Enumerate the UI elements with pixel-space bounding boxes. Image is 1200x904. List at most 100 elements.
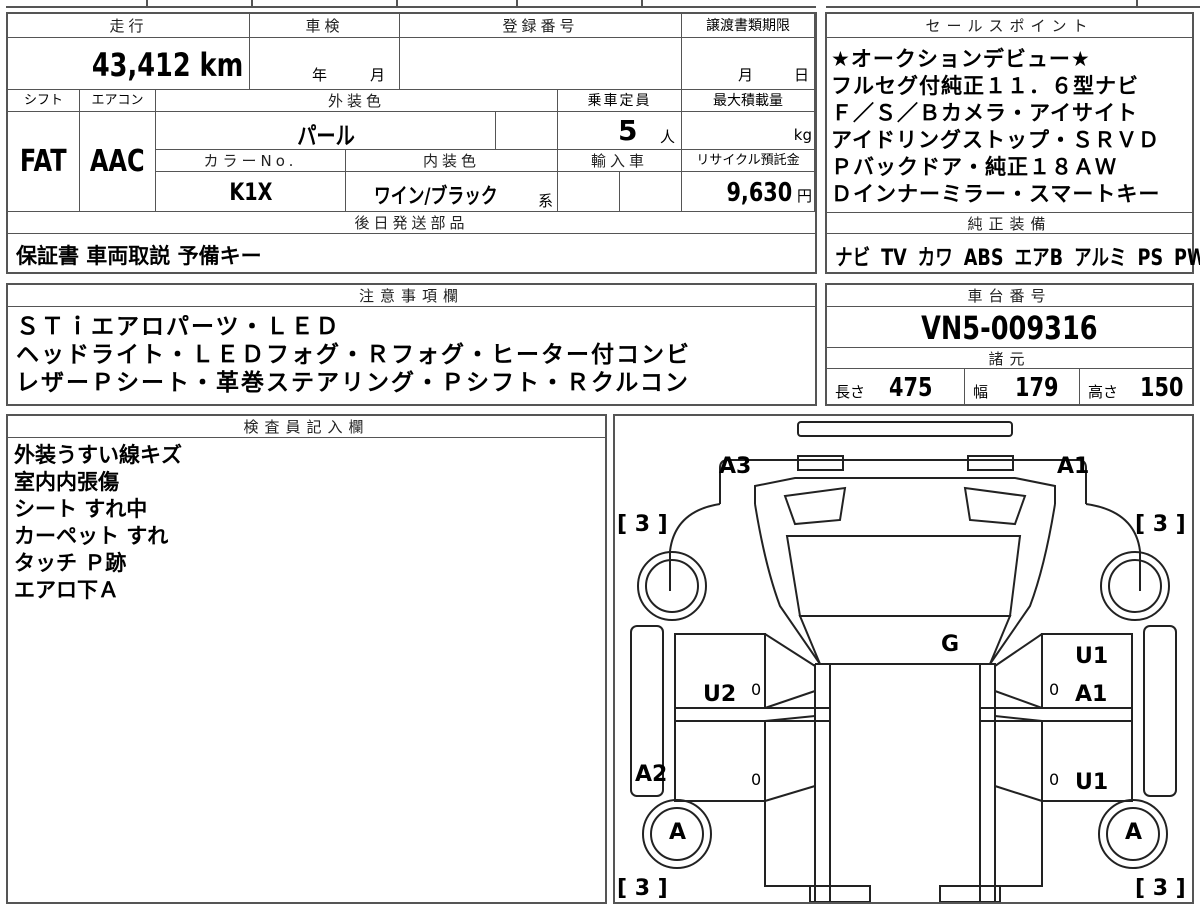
sales-point-line: Ｄインナーミラー・スマートキー [831,182,1161,206]
spec-length: 長さ 475 [827,369,965,404]
sales-point-line: ★オークションデビュー★ [831,47,1091,71]
mark-glass: G [941,632,960,657]
exterior-color-cell: パール [156,112,496,150]
mark-rear-left-wheel: A [669,820,687,845]
capacity-value: 5 [618,114,638,147]
specs-label: 諸元 [827,347,1192,369]
notes-label: 注意事項欄 [8,285,815,307]
inspector-line: 外装うすい線キズ [14,443,182,467]
inspection-month-unit: 月 [370,66,386,84]
later-parts-label: 後日発送部品 [8,212,815,234]
registration-cell [400,38,682,90]
transfer-deadline-cell: 月 日 [682,38,815,90]
exterior-color-extra [496,112,558,150]
sales-point-line: Ｆ／Ｓ／Ｂカメラ・アイサイト [831,101,1138,125]
capacity-unit: 人 [660,128,676,146]
spec-length-value: 475 [889,373,933,403]
mark-rear-right-wheel: A [1125,820,1143,845]
zero-lr: 0 [751,770,762,789]
inspection-year-unit: 年 [312,66,328,84]
shift-value: FAT [20,144,67,179]
mark-right-front-door: A1 [1075,682,1108,707]
shift-label: シフト [8,90,80,112]
standard-equipment-value: ナビ TV カワ ABS エアB アルミ PS PW [835,246,1200,271]
import-label: 輸入車 [558,150,682,172]
spec-width-value: 179 [1015,373,1059,403]
mark-front-right: A1 [1057,454,1090,479]
sales-points-panel: セールスポイント ★オークションデビュー★ フルセグ付純正１１．６型ナビ Ｆ／Ｓ… [825,12,1200,274]
mark-left-front-door: U2 [703,682,737,707]
exterior-color-value: パール [296,122,355,150]
tire-fr: [ 3 ] [1135,512,1186,537]
notes-panel: 注意事項欄 ＳＴｉエアロパーツ・ＬＥＤ ヘッドライト・ＬＥＤフォグ・Ｒフォグ・ヒ… [6,283,817,406]
recycle-label: リサイクル預託金 [682,150,815,172]
sales-point-line: Ｐバックドア・純正１８ＡＷ [831,155,1117,179]
transfer-month-unit: 月 [738,66,754,84]
note-line: レザーＰシート・革巻ステアリング・Ｐシフト・Ｒクルコン [16,370,690,396]
capacity-label: 乗車定員 [558,90,682,112]
vehicle-info-table: 走行 車検 登録番号 譲渡書類期限 43,412 km 年 月 月 日 シフト … [6,12,817,274]
mileage-unit: km [199,46,243,84]
max-load-cell: kg [682,112,815,150]
mark-right-front-door-top: U1 [1075,644,1109,669]
later-parts-value: 保証書 車両取説 予備キー [16,244,262,268]
tire-rl: [ 3 ] [617,876,668,901]
spec-height-value: 150 [1140,373,1184,403]
inspector-line: タッチ Ｐ跡 [14,551,127,575]
mileage-label: 走行 [8,14,250,38]
aircon-value: AAC [90,144,145,179]
mark-left-rear: A2 [635,762,668,787]
zero-rr: 0 [1049,770,1060,789]
transfer-deadline-label: 譲渡書類期限 [682,14,815,38]
spec-width: 幅 179 [965,369,1080,404]
max-load-label: 最大積載量 [682,90,815,112]
mileage-cell: 43,412 km [8,38,250,90]
color-no-label: カラーNo. [156,150,346,172]
sales-point-line: フルセグ付純正１１．６型ナビ [831,74,1139,98]
top-cutoff-row [6,0,1200,8]
damage-map-panel: A3 A1 [ 3 ] [ 3 ] G U1 U2 0 0 A1 A2 0 0 … [613,414,1194,904]
shift-cell: FAT [8,112,80,212]
interior-color-suffix: 系 [537,192,553,210]
aircon-cell: AAC [80,112,156,212]
mark-front-left: A3 [719,454,752,479]
interior-color-cell: ワイン/ブラック 系 [346,172,558,212]
interior-color-label: 内装色 [346,150,558,172]
note-line: ヘッドライト・ＬＥＤフォグ・Ｒフォグ・ヒーター付コンビ [16,342,691,368]
inspector-panel: 検査員記入欄 外装うすい線キズ 室内内張傷 シート すれ中 カーペット すれ タ… [6,414,607,904]
registration-label: 登録番号 [400,14,682,38]
import-cell-b [620,172,682,212]
transfer-day-unit: 日 [794,66,810,84]
import-cell-a [558,172,620,212]
aircon-label: エアコン [80,90,156,112]
recycle-cell: 9,630 円 [682,172,815,212]
zero-lf: 0 [751,680,762,699]
inspector-line: シート すれ中 [14,497,148,521]
inspector-list: 外装うすい線キズ 室内内張傷 シート すれ中 カーペット すれ タッチ Ｐ跡 エ… [14,442,182,604]
inspector-line: カーペット すれ [14,524,169,548]
tire-rr: [ 3 ] [1135,876,1186,901]
chassis-panel: 車台番号 VN5-009316 諸元 長さ 475 幅 179 高さ 150 [825,283,1194,406]
inspection-cell: 年 月 [250,38,400,90]
sales-points-label: セールスポイント [827,14,1192,38]
color-no-value: K1X [228,178,273,206]
sales-point-line: アイドリングストップ・ＳＲＶＤ [831,128,1160,152]
notes-list: ＳＴｉエアロパーツ・ＬＥＤ ヘッドライト・ＬＥＤフォグ・Ｒフォグ・ヒーター付コン… [16,313,691,397]
max-load-unit: kg [793,126,812,144]
chassis-value: VN5-009316 [921,309,1098,347]
zero-rf: 0 [1049,680,1060,699]
spec-height: 高さ 150 [1088,373,1184,403]
standard-equipment-label: 純正装備 [827,212,1192,234]
capacity-cell: 5 人 [558,112,682,150]
mileage-value: 43,412 [91,46,191,84]
exterior-color-label: 外装色 [156,90,558,112]
interior-color-value: ワイン/ブラック [374,184,498,208]
tire-fl: [ 3 ] [617,512,668,537]
inspector-line: エアロ下Ａ [14,578,119,602]
sales-points-list: ★オークションデビュー★ フルセグ付純正１１．６型ナビ Ｆ／Ｓ／Ｂカメラ・アイサ… [831,46,1160,208]
mark-right-rear-door: U1 [1075,770,1109,795]
note-line: ＳＴｉエアロパーツ・ＬＥＤ [16,314,341,340]
inspector-line: 室内内張傷 [14,470,119,494]
recycle-value: 9,630 [726,178,792,208]
chassis-label: 車台番号 [827,285,1192,307]
